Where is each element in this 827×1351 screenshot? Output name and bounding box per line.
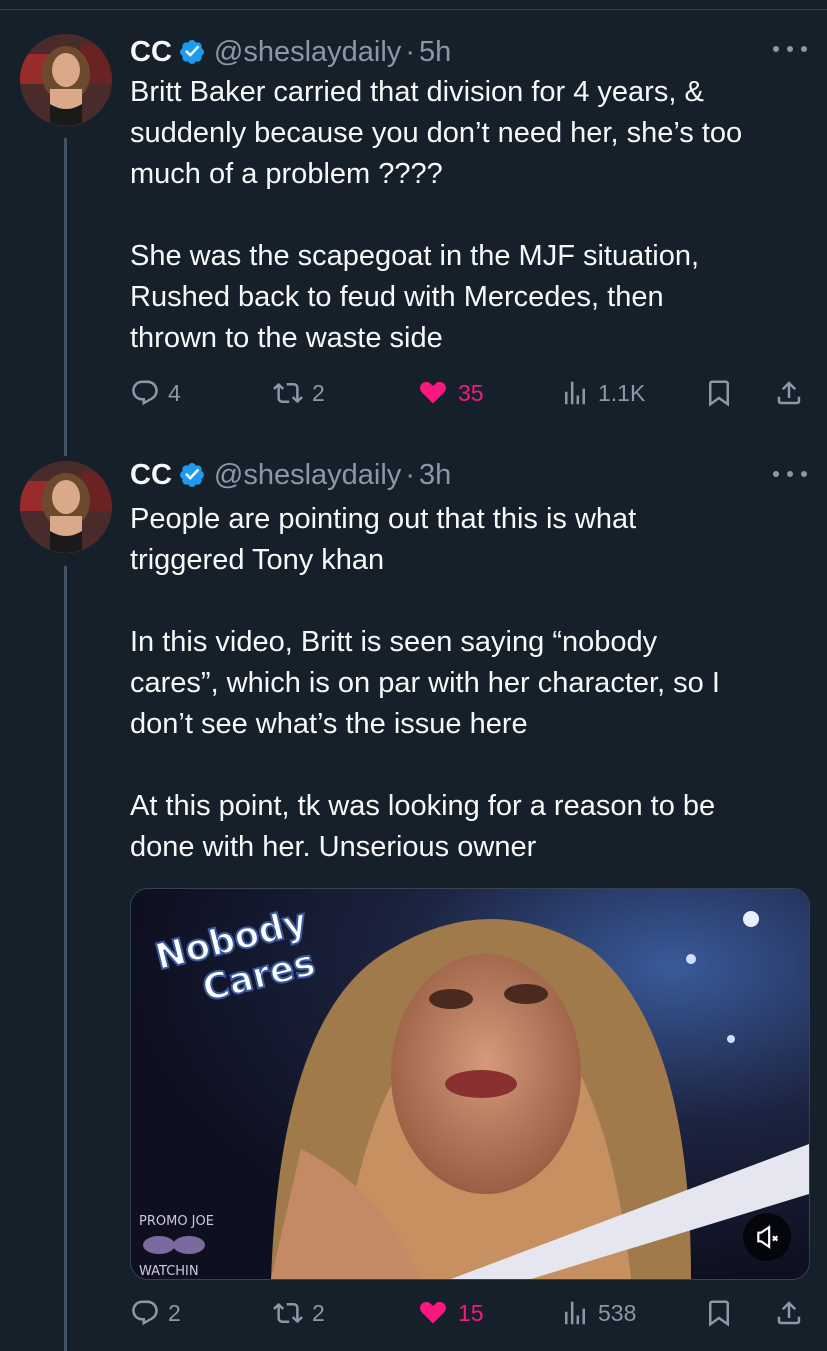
- reply-button[interactable]: 4: [130, 373, 181, 413]
- more-icon[interactable]: [773, 34, 807, 64]
- more-icon[interactable]: [773, 459, 807, 489]
- like-icon: [420, 381, 446, 404]
- reply-count: 2: [168, 1299, 181, 1326]
- avatar[interactable]: [20, 461, 112, 553]
- share-icon: [777, 1301, 801, 1325]
- verified-badge-icon: [178, 461, 206, 489]
- bookmark-button[interactable]: [704, 373, 734, 413]
- bookmark-icon: [709, 1300, 729, 1327]
- avatar[interactable]: [20, 34, 112, 126]
- action-bar: 2 2 15 538: [130, 1293, 810, 1333]
- author-name[interactable]: CC: [130, 36, 172, 69]
- repost-button[interactable]: 2: [272, 373, 325, 413]
- action-bar: 4 2 35 1.1K: [130, 373, 810, 413]
- thread-line-2: [64, 566, 67, 1351]
- tweet-text: People are pointing out that this is wha…: [130, 503, 720, 863]
- thread-line-1: [64, 138, 67, 456]
- timestamp[interactable]: 5h: [419, 36, 451, 69]
- verified-badge-icon: [178, 38, 206, 66]
- views-icon: [565, 381, 585, 405]
- reply-icon: [132, 380, 158, 406]
- repost-button[interactable]: 2: [272, 1293, 325, 1333]
- share-button[interactable]: [774, 373, 804, 413]
- timestamp[interactable]: 3h: [419, 459, 451, 492]
- video-frame: Nobody Cares PROMO JOE WATCHIN: [131, 889, 809, 1279]
- views-button[interactable]: 538: [560, 1293, 636, 1333]
- bookmark-button[interactable]: [704, 1293, 734, 1333]
- watermark-text-2: WATCHIN: [139, 1264, 199, 1279]
- watermark-text-1: PROMO JOE: [139, 1214, 214, 1229]
- separator: ·: [405, 458, 415, 491]
- repost-icon: [273, 1302, 303, 1324]
- reply-icon: [132, 1300, 158, 1326]
- tweet-text: Britt Baker carried that division for 4 …: [130, 76, 743, 354]
- views-count: 1.1K: [598, 379, 646, 406]
- repost-icon: [273, 382, 303, 404]
- mute-icon: [757, 1225, 779, 1249]
- author-handle[interactable]: @sheslaydaily: [214, 36, 401, 69]
- tweet-header: CC @sheslaydaily · 5h: [130, 32, 451, 72]
- separator: ·: [405, 35, 415, 68]
- tweet-video[interactable]: Nobody Cares PROMO JOE WATCHIN: [130, 888, 810, 1280]
- share-icon: [777, 381, 801, 405]
- repost-count: 2: [312, 1299, 325, 1326]
- like-icon: [420, 1301, 446, 1324]
- like-button[interactable]: 35: [416, 373, 484, 413]
- views-button[interactable]: 1.1K: [560, 373, 645, 413]
- reply-count: 4: [168, 379, 181, 406]
- author-name[interactable]: CC: [130, 459, 172, 492]
- like-count: 35: [458, 379, 484, 406]
- like-button[interactable]: 15: [416, 1293, 484, 1333]
- repost-count: 2: [312, 379, 325, 406]
- like-count: 15: [458, 1299, 484, 1326]
- mute-button[interactable]: [743, 1213, 791, 1261]
- views-icon: [565, 1301, 585, 1325]
- share-button[interactable]: [774, 1293, 804, 1333]
- author-handle[interactable]: @sheslaydaily: [214, 459, 401, 492]
- views-count: 538: [598, 1299, 637, 1326]
- tweet-header: CC @sheslaydaily · 3h: [130, 455, 451, 495]
- reply-button[interactable]: 2: [130, 1293, 181, 1333]
- top-divider: [0, 9, 827, 10]
- bookmark-icon: [709, 380, 729, 407]
